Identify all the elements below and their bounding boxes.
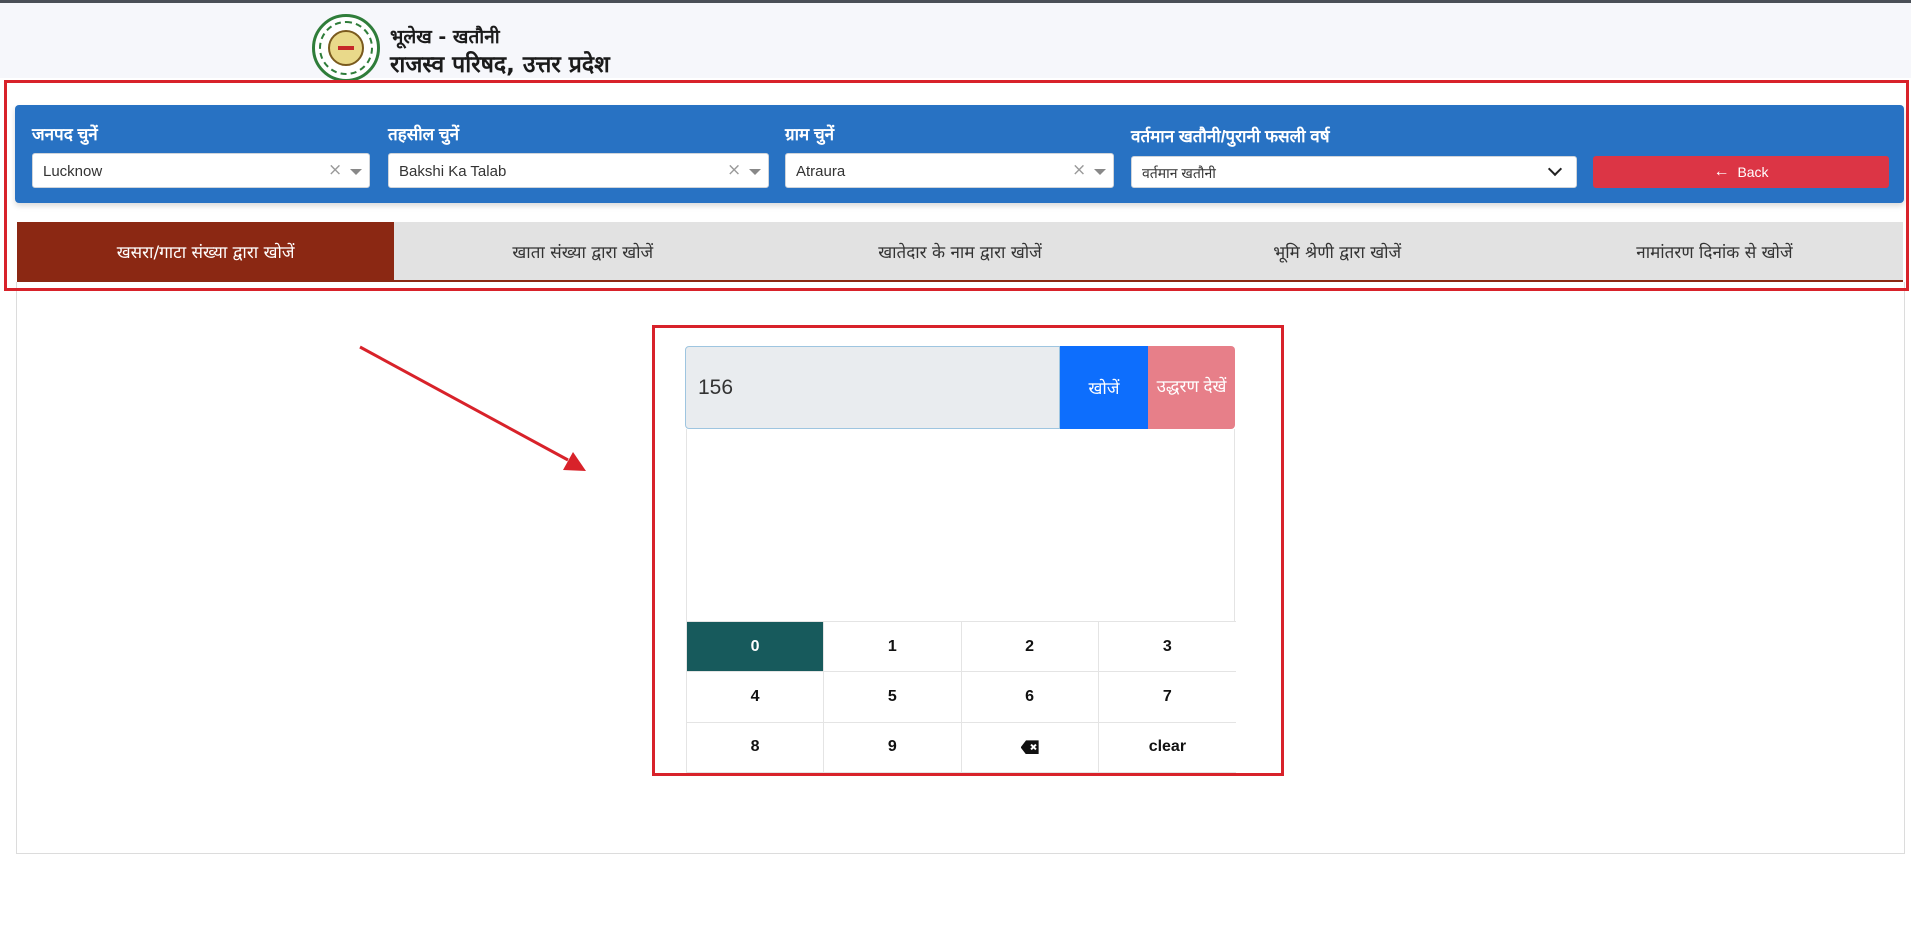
caret-down-icon[interactable] bbox=[749, 169, 761, 175]
search-group: खोजें उद्धरण देखें bbox=[685, 346, 1235, 429]
clear-icon[interactable]: × bbox=[328, 160, 342, 180]
key-6[interactable]: 6 bbox=[961, 672, 1099, 723]
backspace-icon bbox=[1020, 740, 1039, 755]
key-backspace[interactable] bbox=[961, 722, 1099, 773]
tab-mutation-date-search[interactable]: नामांतरण दिनांक से खोजें bbox=[1526, 222, 1903, 280]
caret-down-icon[interactable] bbox=[1094, 169, 1106, 175]
key-5[interactable]: 5 bbox=[824, 672, 962, 723]
back-button[interactable]: ← Back bbox=[1593, 156, 1889, 188]
year-value: वर्तमान खतौनी bbox=[1142, 165, 1216, 181]
site-subtitle: भूलेख - खतौनी bbox=[390, 26, 500, 48]
clear-icon[interactable]: × bbox=[1072, 160, 1086, 180]
chevron-down-icon[interactable] bbox=[1547, 161, 1563, 177]
district-label: जनपद चुनें bbox=[32, 125, 98, 144]
key-3[interactable]: 3 bbox=[1098, 622, 1236, 673]
site-header: भूलेख - खतौनी राजस्व परिषद, उत्तर प्रदेश bbox=[0, 3, 1911, 82]
keypad-keys: 0 1 2 3 4 5 6 7 8 9 clear bbox=[687, 621, 1236, 773]
district-select[interactable]: Lucknow × bbox=[32, 153, 370, 188]
tehsil-value: Bakshi Ka Talab bbox=[399, 163, 507, 180]
key-0[interactable]: 0 bbox=[687, 622, 825, 673]
emblem-logo bbox=[312, 14, 380, 82]
view-extract-button[interactable]: उद्धरण देखें bbox=[1148, 346, 1235, 429]
year-select[interactable]: वर्तमान खतौनी bbox=[1131, 156, 1577, 188]
key-7[interactable]: 7 bbox=[1098, 672, 1236, 723]
village-label: ग्राम चुनें bbox=[785, 125, 835, 144]
tehsil-label: तहसील चुनें bbox=[388, 125, 460, 144]
tab-khasra-search[interactable]: खसरा/गाटा संख्या द्वारा खोजें bbox=[17, 222, 395, 280]
back-label: Back bbox=[1737, 164, 1769, 180]
key-4[interactable]: 4 bbox=[687, 672, 825, 723]
village-value: Atraura bbox=[796, 163, 846, 180]
tab-khata-search[interactable]: खाता संख्या द्वारा खोजें bbox=[394, 222, 771, 280]
key-1[interactable]: 1 bbox=[824, 622, 962, 673]
year-label: वर्तमान खतौनी/पुरानी फसली वर्ष bbox=[1131, 127, 1330, 146]
khasra-number-input[interactable] bbox=[685, 346, 1060, 429]
key-9[interactable]: 9 bbox=[824, 722, 962, 773]
clear-icon[interactable]: × bbox=[727, 160, 741, 180]
caret-down-icon[interactable] bbox=[350, 169, 362, 175]
village-select[interactable]: Atraura × bbox=[785, 153, 1114, 188]
site-title: राजस्व परिषद, उत्तर प्रदेश bbox=[390, 52, 610, 78]
key-8[interactable]: 8 bbox=[687, 722, 825, 773]
district-value: Lucknow bbox=[43, 163, 103, 180]
arrow-left-icon: ← bbox=[1713, 163, 1730, 180]
tehsil-select[interactable]: Bakshi Ka Talab × bbox=[388, 153, 769, 188]
search-button[interactable]: खोजें bbox=[1060, 346, 1148, 429]
tab-owner-name-search[interactable]: खातेदार के नाम द्वारा खोजें bbox=[771, 222, 1148, 280]
key-2[interactable]: 2 bbox=[961, 622, 1099, 673]
tab-land-category-search[interactable]: भूमि श्रेणी द्वारा खोजें bbox=[1149, 222, 1526, 280]
numeric-keypad: 0 1 2 3 4 5 6 7 8 9 clear bbox=[686, 429, 1236, 774]
key-clear[interactable]: clear bbox=[1098, 722, 1236, 773]
search-tabs: खसरा/गाटा संख्या द्वारा खोजें खाता संख्य… bbox=[17, 222, 1903, 282]
